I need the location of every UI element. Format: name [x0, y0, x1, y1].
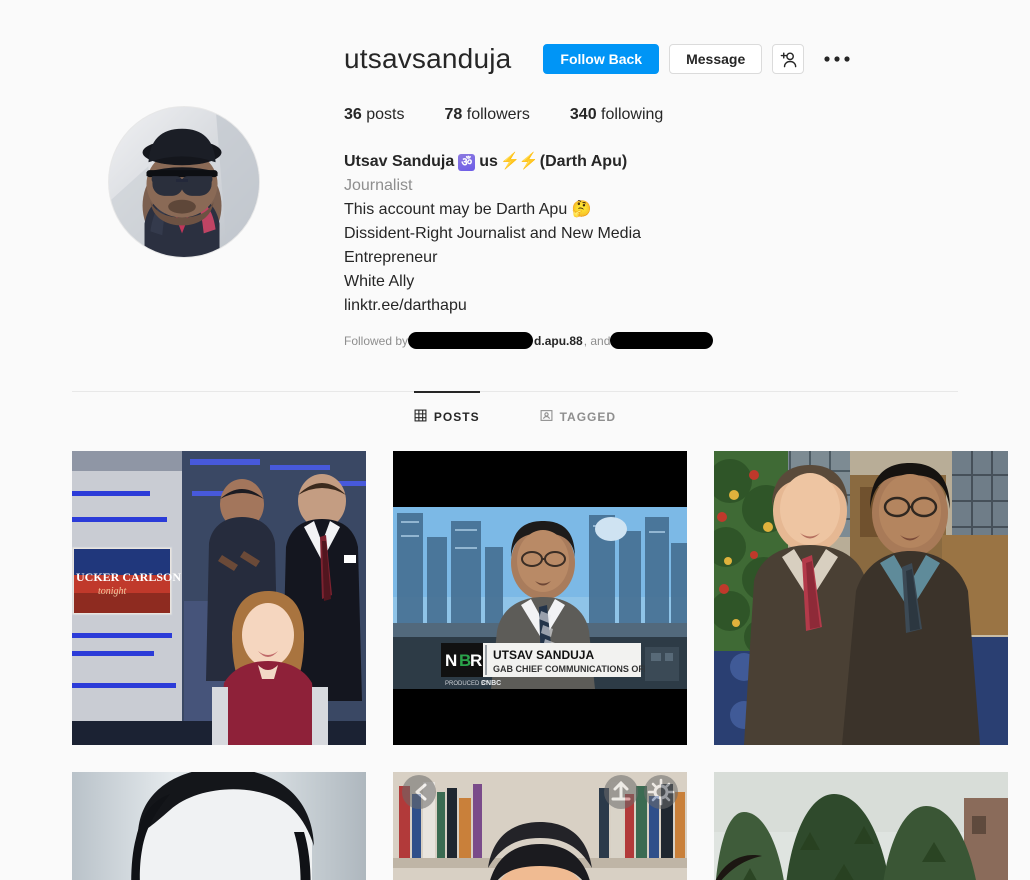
person-add-icon[interactable]: [772, 44, 805, 74]
followers-count: 78: [444, 106, 463, 123]
lightning-bolt-icon: ⚡⚡: [499, 153, 539, 170]
svg-text:tonight: tonight: [98, 586, 127, 597]
tab-tagged[interactable]: TAGGED: [540, 391, 616, 435]
followed-by-separator: , and: [583, 333, 611, 348]
follow-back-button[interactable]: Follow Back: [543, 44, 660, 74]
bio-line-1: This account may be Darth Apu 🤔: [344, 201, 592, 218]
post-thumbnail-4[interactable]: [72, 772, 366, 880]
bio-name-suffix: us: [479, 153, 498, 170]
followed-by-prefix: Followed by: [344, 333, 409, 348]
svg-text:UTSAV SANDUJA: UTSAV SANDUJA: [493, 648, 594, 662]
profile-stats: 36 posts 78 followers 340 following: [344, 106, 1006, 124]
svg-text:CNBC: CNBC: [481, 680, 501, 687]
svg-text:R: R: [470, 651, 482, 670]
profile-info-column: utsavsanduja Follow Back Message 36 post…: [344, 28, 1006, 349]
bio-display-name: Utsav Sanduja: [344, 153, 455, 170]
bio-line-4: White Ally: [344, 273, 415, 290]
bio-display-name-row: Utsav Sanduja ॐ us ⚡⚡ (Darth Apu): [344, 150, 1006, 174]
stat-followers[interactable]: 78 followers: [445, 106, 530, 124]
followed-by: Followed by d.apu.88 , and: [344, 332, 1006, 349]
ellipsis-icon[interactable]: [820, 45, 854, 73]
avatar-column: [24, 28, 344, 349]
message-button[interactable]: Message: [669, 44, 763, 74]
post-thumbnail-6[interactable]: [714, 772, 1008, 880]
post-thumbnail-5[interactable]: [393, 772, 687, 880]
avatar[interactable]: [108, 106, 260, 258]
post-thumbnail-1[interactable]: UCKER CARLSON tonight: [72, 451, 366, 745]
followed-by-username[interactable]: d.apu.88: [534, 334, 583, 348]
post-thumbnail-3[interactable]: [714, 451, 1008, 745]
om-emoji-icon: ॐ: [458, 153, 476, 171]
profile-header: utsavsanduja Follow Back Message 36 post…: [0, 0, 1030, 349]
tab-posts[interactable]: POSTS: [413, 391, 480, 435]
redacted-username-2: [610, 332, 714, 349]
profile-bio: Utsav Sanduja ॐ us ⚡⚡ (Darth Apu) Journa…: [344, 150, 1006, 318]
posts-label: posts: [366, 106, 405, 123]
grid-icon: [414, 409, 427, 425]
posts-count: 36: [344, 106, 362, 123]
svg-text:GAB CHIEF COMMUNICATIONS OFFIC: GAB CHIEF COMMUNICATIONS OFFICER: [493, 664, 671, 674]
redacted-username-1: [408, 332, 534, 349]
followers-label: followers: [466, 106, 530, 123]
posts-grid: UCKER CARLSON tonight N B R UTSAV SANDUJ…: [72, 451, 1008, 880]
stat-following[interactable]: 340 following: [570, 106, 663, 124]
bio-alias: (Darth Apu): [539, 153, 628, 170]
profile-tabs: POSTS TAGGED: [72, 391, 958, 435]
svg-text:UCKER CARLSON: UCKER CARLSON: [76, 570, 181, 584]
following-label: following: [601, 106, 664, 123]
page-title: utsavsanduja: [344, 43, 512, 74]
username-row: utsavsanduja Follow Back Message: [344, 38, 1006, 80]
bio-line-2: Dissident-Right Journalist and New Media: [344, 225, 642, 242]
tab-posts-label: POSTS: [433, 410, 480, 424]
following-count: 340: [569, 106, 597, 123]
bio-category: Journalist: [344, 177, 413, 194]
instagram-profile-page: utsavsanduja Follow Back Message 36 post…: [0, 0, 1030, 880]
post-thumbnail-2[interactable]: N B R UTSAV SANDUJA GAB CHIEF COMMUNICAT…: [393, 451, 687, 745]
stat-posts[interactable]: 36 posts: [344, 106, 405, 124]
bio-external-link[interactable]: linktr.ee/darthapu: [344, 294, 1006, 318]
tab-tagged-label: TAGGED: [559, 409, 617, 424]
svg-text:N: N: [445, 651, 457, 670]
tagged-person-icon: [540, 409, 553, 425]
bio-line-3: Entrepreneur: [344, 249, 438, 266]
